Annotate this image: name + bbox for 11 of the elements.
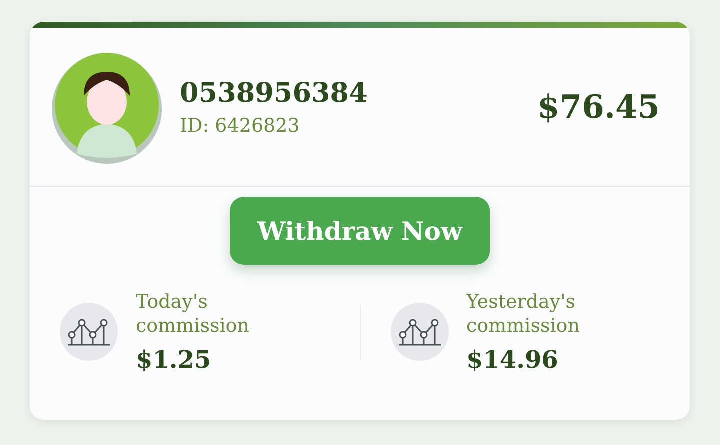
- line-chart-icon: [390, 303, 448, 362]
- user-id: ID: 6426823: [180, 114, 301, 136]
- balance-amount: $76.45: [538, 88, 660, 126]
- commission-amount: $1.25: [136, 344, 212, 374]
- commission-label: Yesterday's commission: [466, 291, 581, 338]
- withdraw-button[interactable]: Withdraw Now: [230, 197, 490, 265]
- avatar-icon: [50, 50, 164, 164]
- commission-amount: $14.96: [466, 344, 560, 374]
- line-chart-icon: [60, 303, 118, 362]
- commission-label: Today's commission: [136, 291, 250, 338]
- phone-number: 0538956384: [180, 78, 369, 108]
